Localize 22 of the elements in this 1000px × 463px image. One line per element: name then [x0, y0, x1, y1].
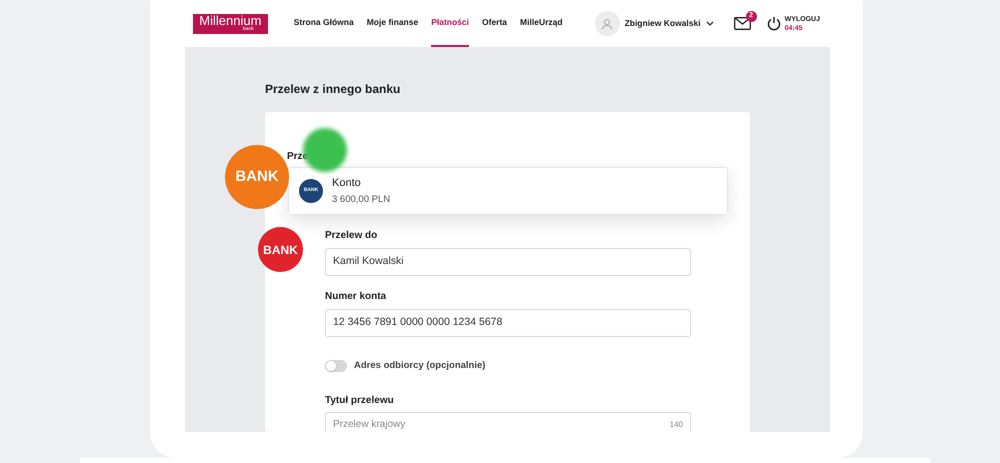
text-field[interactable]: Kamil Kowalski: [325, 248, 691, 276]
toggle-label: Adres odbiorcy (opcjonalnie): [354, 359, 486, 373]
power-icon[interactable]: [766, 16, 781, 31]
nav-tab[interactable]: Płatności: [431, 0, 469, 47]
text-field[interactable]: 12 3456 7891 0000 0000 1234 5678: [325, 309, 691, 337]
mail-icon[interactable]: [734, 17, 751, 30]
field-label: Tytuł przelewu: [325, 394, 395, 408]
nav-tab[interactable]: Oferta: [482, 0, 508, 47]
field-label: Numer konta: [325, 290, 388, 304]
account-balance: 3 600,00 PLN: [332, 193, 390, 208]
chevron-down-icon[interactable]: [706, 21, 714, 26]
account-name: Konto: [332, 176, 362, 191]
page-title: Przelew z innego banku: [265, 82, 400, 96]
avatar-icon: [594, 11, 620, 36]
nav-tab[interactable]: Moje finanse: [366, 0, 418, 47]
character-counter: 140: [670, 419, 683, 432]
toggle-switch[interactable]: [325, 360, 347, 372]
nav-tab[interactable]: MilleUrząd: [520, 0, 563, 47]
user-name[interactable]: Zbigniew Kowalski: [624, 17, 701, 30]
field-label: Przelew do: [325, 229, 378, 243]
nav-tab[interactable]: Strona Główna: [294, 0, 354, 47]
text-field[interactable]: Przelew krajowy 140: [325, 412, 691, 432]
